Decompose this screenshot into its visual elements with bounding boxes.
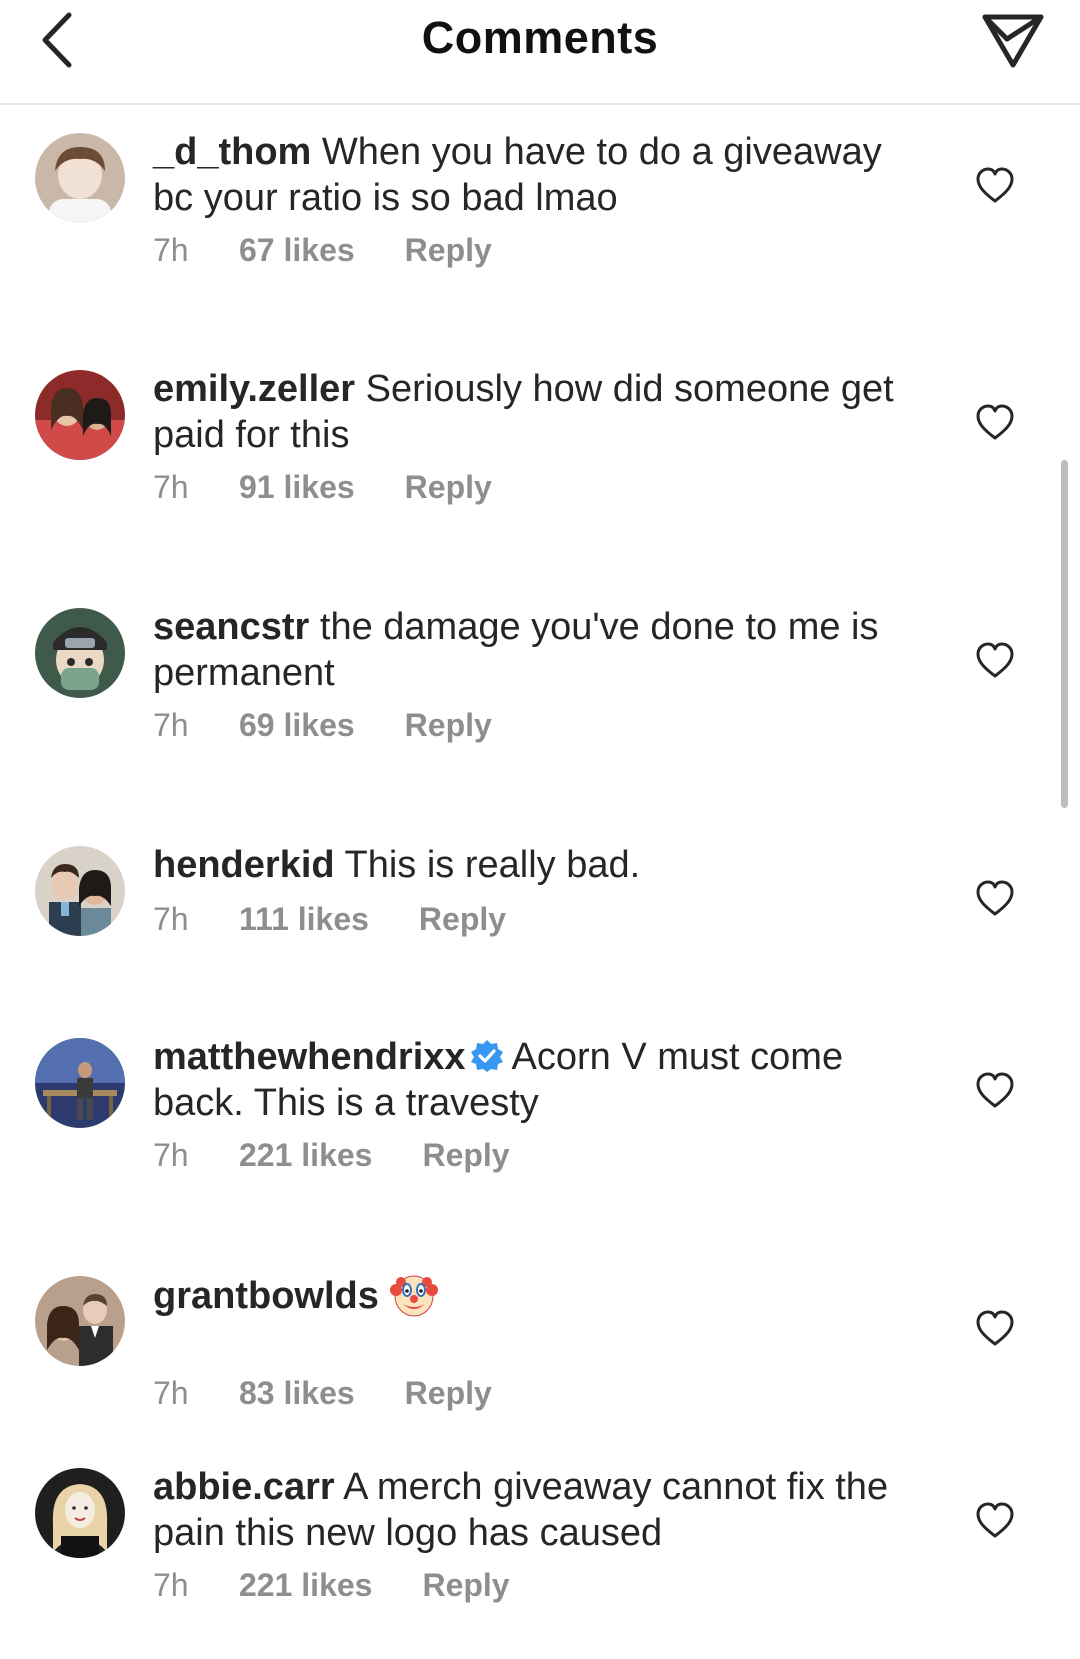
comment-time: 7h (153, 1567, 189, 1603)
scrollbar[interactable] (1061, 460, 1068, 808)
comment-username[interactable]: _d_thom (153, 131, 311, 173)
reply-button[interactable]: Reply (422, 1567, 509, 1604)
comment-username[interactable]: grantbowlds (153, 1275, 379, 1317)
comment-likes[interactable]: 69 likes (239, 707, 355, 744)
reply-button[interactable]: Reply (405, 1375, 492, 1412)
comment-time: 7h (153, 901, 189, 937)
comment-body: This is really bad. (344, 844, 641, 886)
comment-username[interactable]: abbie.carr (153, 1466, 335, 1508)
comment-meta: 7h 91 likes Reply (153, 469, 492, 506)
reply-button[interactable]: Reply (405, 469, 492, 506)
share-button[interactable] (976, 4, 1050, 76)
comment-time: 7h (153, 707, 189, 743)
comment-text: emily.zeller Seriously how did someone g… (153, 366, 913, 458)
avatar[interactable] (35, 1468, 125, 1558)
heart-icon[interactable] (975, 1071, 1015, 1111)
heart-icon[interactable] (975, 1501, 1015, 1541)
comment-meta: 7h 221 likes Reply (153, 1567, 510, 1604)
comment-likes[interactable]: 221 likes (239, 1137, 372, 1174)
avatar[interactable] (35, 846, 125, 936)
clown-face-emoji-icon (389, 1275, 438, 1317)
comment-likes[interactable]: 111 likes (239, 901, 369, 938)
comment-username[interactable]: matthewhendrixx (153, 1036, 466, 1078)
comment-time: 7h (153, 469, 189, 505)
comment-username[interactable]: henderkid (153, 844, 335, 886)
comment-text: henderkid This is really bad. (153, 842, 913, 888)
comment-username[interactable]: seancstr (153, 606, 309, 648)
comment-meta: 7h 83 likes Reply (153, 1375, 492, 1412)
heart-icon[interactable] (975, 879, 1015, 919)
comment-meta: 7h 221 likes Reply (153, 1137, 510, 1174)
comment-likes[interactable]: 91 likes (239, 469, 355, 506)
header-bar: Comments (0, 0, 1080, 105)
paper-plane-icon (982, 14, 1044, 68)
heart-icon[interactable] (975, 403, 1015, 443)
reply-button[interactable]: Reply (422, 1137, 509, 1174)
avatar[interactable] (35, 133, 125, 223)
verified-badge-icon (470, 1040, 503, 1072)
heart-icon[interactable] (975, 641, 1015, 681)
comment-likes[interactable]: 83 likes (239, 1375, 355, 1412)
avatar[interactable] (35, 370, 125, 460)
comment-meta: 7h 111 likes Reply (153, 901, 506, 938)
avatar[interactable] (35, 608, 125, 698)
heart-icon[interactable] (975, 166, 1015, 206)
comment-text: matthewhendrixx Acorn V must come back. … (153, 1034, 913, 1126)
comment-meta: 7h 67 likes Reply (153, 232, 492, 269)
avatar[interactable] (35, 1038, 125, 1128)
comment-text: _d_thom When you have to do a giveaway b… (153, 129, 913, 221)
comment-meta: 7h 69 likes Reply (153, 707, 492, 744)
reply-button[interactable]: Reply (405, 707, 492, 744)
comment-likes[interactable]: 67 likes (239, 232, 355, 269)
comment-time: 7h (153, 1137, 189, 1173)
reply-button[interactable]: Reply (405, 232, 492, 269)
comment-time: 7h (153, 232, 189, 268)
page-title: Comments (421, 12, 659, 63)
comment-username[interactable]: emily.zeller (153, 368, 355, 410)
comment-text: grantbowlds (153, 1272, 913, 1319)
comment-text: abbie.carr A merch giveaway cannot fix t… (153, 1464, 913, 1556)
heart-icon[interactable] (975, 1309, 1015, 1349)
avatar[interactable] (35, 1276, 125, 1366)
comment-text: seancstr the damage you've done to me is… (153, 604, 913, 696)
reply-button[interactable]: Reply (419, 901, 506, 938)
comment-time: 7h (153, 1375, 189, 1411)
comment-likes[interactable]: 221 likes (239, 1567, 372, 1604)
